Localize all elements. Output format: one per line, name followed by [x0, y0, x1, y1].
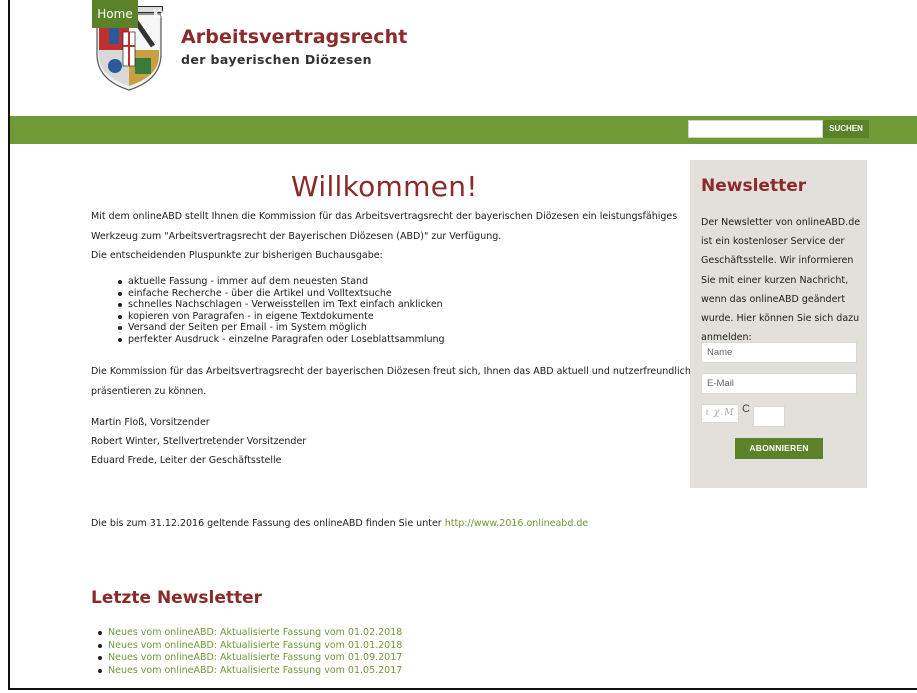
site-subtitle: der bayerischen Diözesen [181, 52, 372, 67]
closing-text-line-1: Die Kommission für das Arbeitsvertragsre… [91, 366, 691, 377]
newsletters-heading: Letzte Newsletter [91, 588, 263, 608]
intro-text-line-3: Die entscheidenden Pluspunkte zur bisher… [91, 250, 383, 261]
list-item: aktuelle Fassung - immer auf dem neueste… [117, 276, 445, 288]
signer-3: Eduard Frede, Leiter der Geschäftsstelle [91, 455, 282, 466]
nav-onlineabd-dropdown[interactable]: OnlineABD [323, 0, 402, 28]
email-field[interactable]: E-Mail [701, 373, 857, 394]
old-version-link[interactable]: http://www.2016.onlineabd.de [445, 518, 589, 529]
chevron-down-icon [475, 11, 484, 16]
nav-home[interactable]: Home [92, 0, 138, 28]
chevron-down-icon [393, 11, 402, 16]
nav-download-dropdown[interactable]: Download [410, 0, 484, 28]
intro-text-line-1: Mit dem onlineABD stellt Ihnen die Kommi… [91, 211, 678, 222]
nav-download-label: Download [410, 7, 470, 21]
signer-1: Martin Floß, Vorsitzender [91, 417, 210, 428]
newsletter-link[interactable]: Neues vom onlineABD: Aktualisierte Fassu… [98, 652, 402, 665]
nav-onlineabd-label: OnlineABD [323, 7, 388, 21]
nav-kontakt[interactable]: Kontakt [153, 0, 199, 28]
list-item: einfache Recherche - über die Artikel un… [117, 288, 445, 300]
old-version-notice: Die bis zum 31.12.2016 geltende Fassung … [91, 518, 588, 529]
search-button[interactable]: SUCHEN [823, 120, 869, 138]
newsletter-sidebar: Newsletter Der Newsletter von onlineABD.… [690, 160, 867, 488]
subscribe-button[interactable]: ABONNIEREN [735, 438, 823, 459]
newsletter-link[interactable]: Neues vom onlineABD: Aktualisierte Fassu… [98, 665, 402, 678]
nav-home-label: Home [97, 7, 133, 21]
search-input[interactable] [688, 120, 823, 138]
list-item: Versand der Seiten per Email - im System… [117, 322, 445, 334]
intro-text-line-2: Werkzeug zum "Arbeitsvertragsrecht der B… [91, 231, 502, 242]
old-version-text: Die bis zum 31.12.2016 geltende Fassung … [91, 518, 445, 529]
page-title: Willkommen! [291, 170, 478, 203]
captcha-input[interactable] [753, 406, 785, 427]
nav-wo-finde-ich-was[interactable]: Wo finde ich was? [214, 0, 321, 28]
closing-text-line-2: präsentieren zu können. [91, 386, 207, 397]
refresh-icon[interactable]: C [742, 403, 750, 415]
sidebar-description: Der Newsletter von onlineABD.de ist ein … [701, 217, 861, 344]
newsletter-list: Neues vom onlineABD: Aktualisierte Fassu… [98, 627, 402, 677]
feature-list: aktuelle Fassung - immer auf dem neueste… [117, 276, 445, 345]
sidebar-title: Newsletter [701, 176, 807, 196]
nav-kontakt-label: Kontakt [153, 7, 199, 21]
nav-wo-finde-label: Wo finde ich was? [214, 7, 322, 21]
newsletter-link[interactable]: Neues vom onlineABD: Aktualisierte Fassu… [98, 627, 402, 640]
list-item: schnelles Nachschlagen - Verweisstellen … [117, 299, 445, 311]
signer-2: Robert Winter, Stellvertretender Vorsitz… [91, 436, 307, 447]
newsletter-link[interactable]: Neues vom onlineABD: Aktualisierte Fassu… [98, 640, 402, 653]
captcha-image: ι χ.Μ [701, 404, 739, 423]
name-field[interactable]: Name [701, 342, 857, 363]
list-item: kopieren von Paragrafen - in eigene Text… [117, 311, 445, 323]
list-item: perfekter Ausdruck - einzelne Paragrafen… [117, 334, 445, 346]
site-title[interactable]: Arbeitsvertragsrecht [181, 26, 407, 48]
